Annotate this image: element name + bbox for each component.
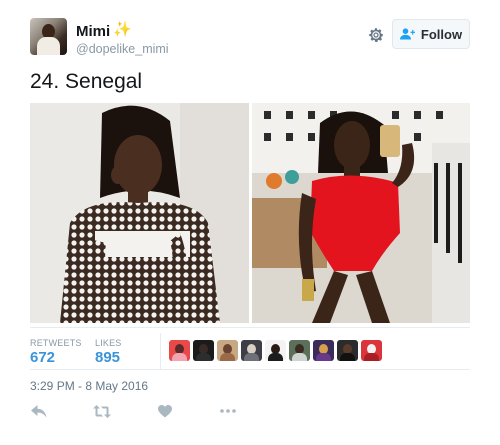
tweet-photo-1[interactable] — [30, 103, 249, 323]
avatar-body — [37, 37, 60, 55]
retweets-label: RETWEETS — [30, 338, 82, 348]
liker-avatar[interactable] — [337, 340, 358, 361]
liker-avatar[interactable] — [217, 340, 238, 361]
retweets-count[interactable]: 672 — [30, 349, 55, 366]
more-button[interactable] — [219, 402, 237, 420]
more-icon — [220, 409, 236, 413]
tweet-photo-2[interactable] — [252, 103, 470, 323]
follow-button[interactable]: Follow — [392, 19, 470, 49]
sparkles-emoji: ✨ — [113, 21, 132, 38]
reply-button[interactable] — [30, 402, 48, 420]
liker-avatar[interactable] — [289, 340, 310, 361]
likes-count[interactable]: 895 — [95, 349, 120, 366]
photo-1-illustration — [30, 103, 249, 323]
liker-avatar[interactable] — [193, 340, 214, 361]
like-button[interactable] — [156, 402, 174, 420]
stats-bottom-divider — [30, 369, 470, 370]
stats-top-divider — [30, 327, 470, 328]
add-user-icon — [399, 28, 415, 40]
follow-label: Follow — [420, 26, 463, 42]
liker-avatars — [169, 340, 382, 362]
tweet-text: 24. Senegal — [30, 70, 143, 93]
photo-2-illustration — [252, 103, 470, 323]
stats-vertical-divider — [160, 333, 161, 369]
liker-avatar[interactable] — [241, 340, 262, 361]
likes-label: LIKES — [95, 338, 122, 348]
reply-icon — [31, 404, 47, 417]
liker-avatar[interactable] — [313, 340, 334, 361]
author-name[interactable]: Mimi — [76, 23, 110, 40]
author-avatar[interactable] — [30, 18, 67, 55]
liker-avatar[interactable] — [169, 340, 190, 361]
author-handle[interactable]: @dopelike_mimi — [76, 42, 169, 56]
liker-avatar[interactable] — [361, 340, 382, 361]
gear-icon[interactable] — [367, 26, 385, 44]
heart-icon — [158, 404, 172, 417]
tweet-timestamp[interactable]: 3:29 PM - 8 May 2016 — [30, 379, 148, 393]
retweet-button[interactable] — [93, 402, 111, 420]
retweet-icon — [93, 404, 111, 418]
tweet-card: Mimi ✨ @dopelike_mimi Follow 24. Senegal — [0, 0, 500, 445]
tweet-actions — [30, 402, 237, 420]
liker-avatar[interactable] — [265, 340, 286, 361]
